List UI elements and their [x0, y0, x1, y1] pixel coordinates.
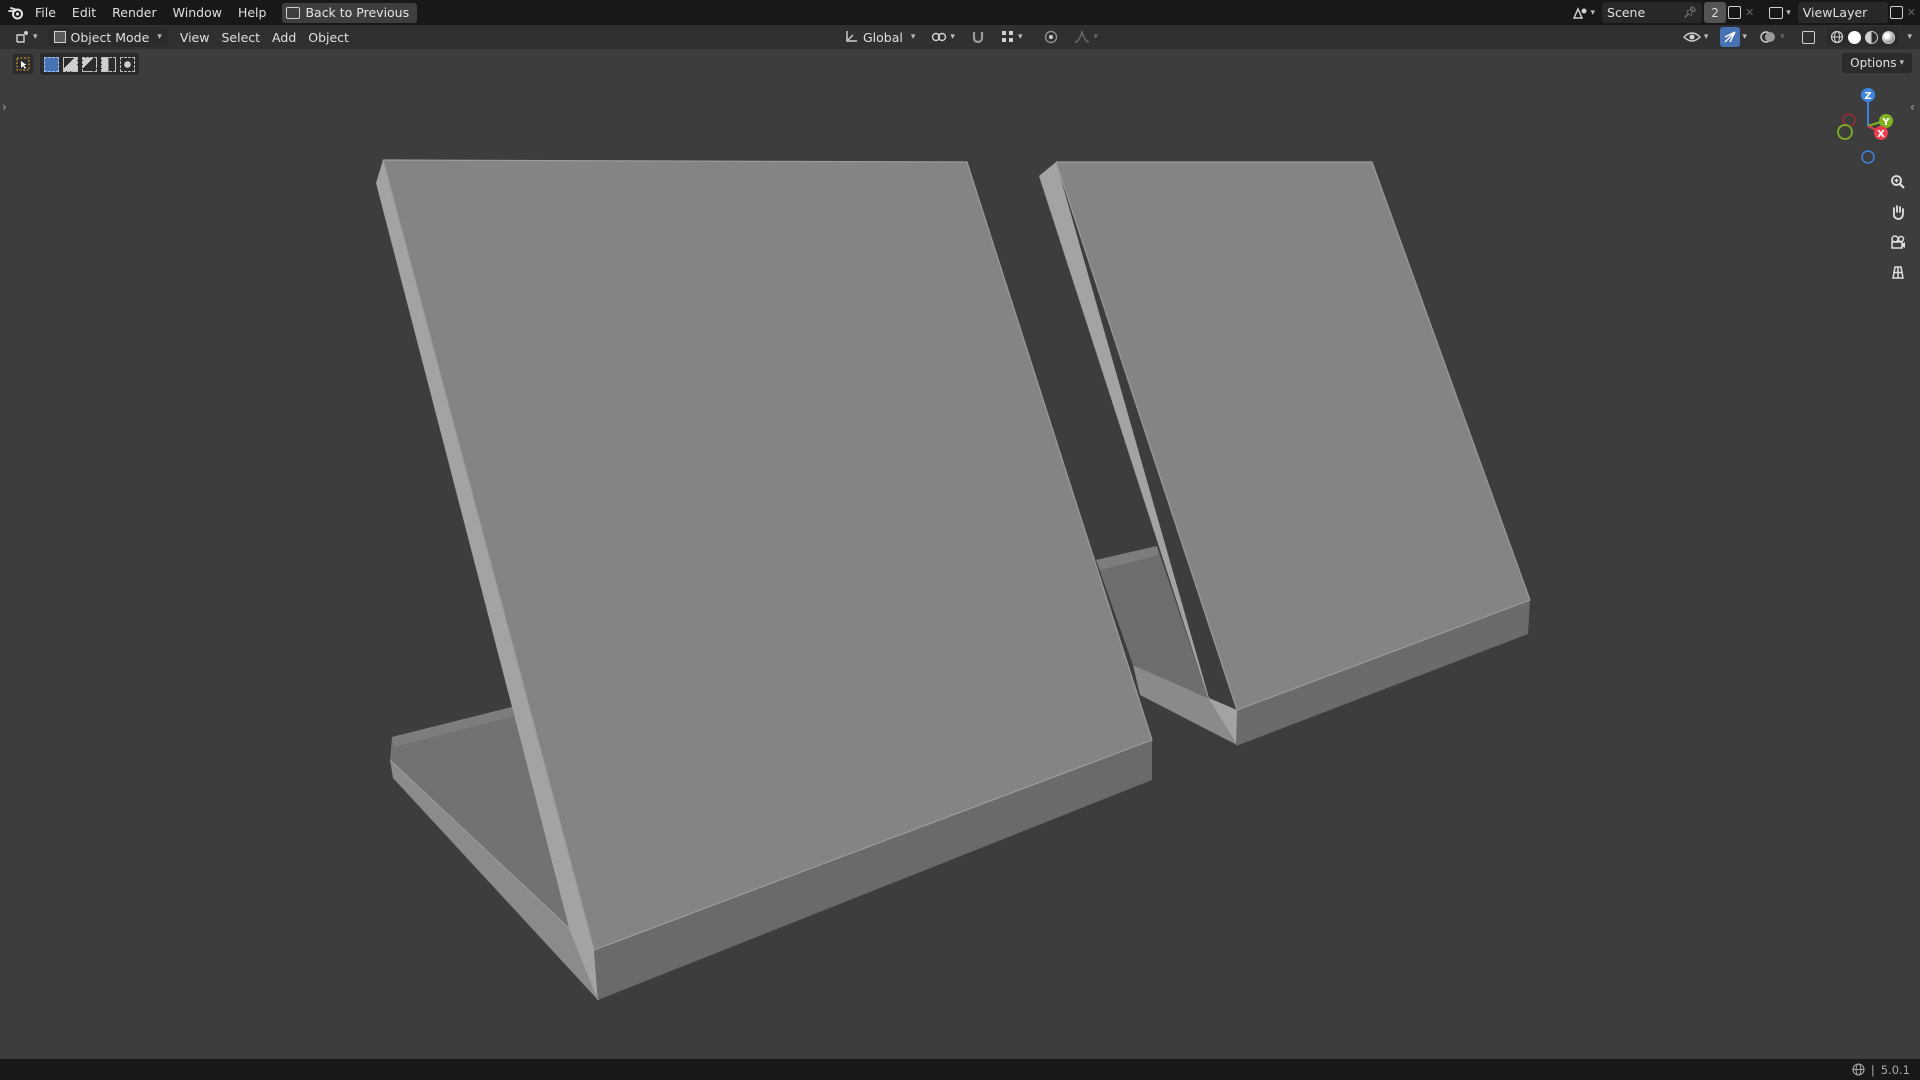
transform-orientation-label: Global [863, 29, 903, 45]
shading-mode-group [1827, 27, 1899, 47]
chevron-down-icon: ▾ [950, 32, 955, 42]
editor-type-dropdown[interactable]: ▾ [8, 27, 44, 47]
status-separator: | [1870, 1062, 1875, 1077]
view-layer-name-field[interactable]: ViewLayer [1797, 2, 1888, 23]
transform-tools: Global ▾ ▾ ▾ ▾ [838, 27, 1104, 47]
chevron-down-icon: ▾ [1017, 32, 1023, 42]
menu-object[interactable]: Object [302, 27, 355, 47]
view-layer-type-dropdown[interactable]: ▾ [1764, 2, 1796, 23]
rendered-shading-icon[interactable] [1882, 30, 1896, 44]
orthographic-grid-icon[interactable] [1884, 258, 1912, 286]
close-icon[interactable]: ✕ [1745, 6, 1754, 19]
new-view-layer-icon[interactable] [1889, 6, 1903, 19]
z-axis-label: Z [1864, 91, 1871, 102]
eye-visibility-icon [1682, 32, 1701, 42]
falloff-curve-icon [1075, 30, 1090, 43]
transform-orientation-dropdown[interactable]: Global ▾ [838, 27, 921, 47]
proportional-editing-toggle[interactable] [1038, 27, 1064, 47]
scene-type-dropdown[interactable]: ▾ [1567, 2, 1601, 23]
3d-viewport[interactable] [0, 49, 1920, 1059]
top-menu-bar: File Edit Render Window Help Back to Pre… [0, 0, 1920, 25]
chevron-down-icon: ▾ [157, 32, 162, 42]
chevron-down-icon: ▾ [1779, 32, 1785, 42]
back-to-previous-button[interactable]: Back to Previous [282, 2, 418, 23]
tablet-stand-left[interactable] [376, 159, 1153, 1001]
material-preview-icon[interactable] [1865, 30, 1879, 44]
network-globe-icon[interactable] [1852, 1063, 1865, 1076]
overlays-icon [1760, 31, 1775, 43]
menu-help[interactable]: Help [230, 2, 275, 24]
neg-y-axis-handle[interactable] [1837, 124, 1853, 140]
chevron-down-icon: ▾ [1786, 7, 1791, 18]
menu-add[interactable]: Add [266, 27, 302, 47]
menu-select[interactable]: Select [215, 27, 266, 47]
pivot-point-icon [932, 32, 947, 42]
chevron-down-icon[interactable]: ▾ [1907, 32, 1912, 42]
magnet-icon [972, 32, 984, 44]
proportional-editing-icon [1045, 30, 1058, 44]
pivot-point-dropdown[interactable]: ▾ [925, 27, 961, 47]
scene-selector-group: ▾ Scene 📌︎ 2 ✕ ▾ ViewLayer ✕ [1567, 2, 1920, 23]
blender-logo-icon[interactable] [5, 2, 27, 24]
3d-viewport-icon [16, 31, 28, 43]
xray-icon [1802, 30, 1816, 44]
version-label: 5.0.1 [1880, 1062, 1910, 1077]
menu-render[interactable]: Render [104, 2, 165, 24]
scene-icon [1572, 6, 1586, 19]
chevron-down-icon: ▾ [1703, 32, 1709, 42]
viewport-display-tools: ▾ ▾ ▾ ▾ [1677, 27, 1912, 47]
wireframe-shading-icon[interactable] [1830, 30, 1844, 44]
snap-increment-icon [1001, 31, 1013, 42]
object-mode-label: Object Mode [70, 29, 150, 45]
solid-shading-icon[interactable] [1848, 30, 1862, 44]
chevron-down-icon: ▾ [1590, 7, 1596, 18]
back-to-previous-label: Back to Previous [305, 5, 410, 20]
chevron-down-icon: ▾ [1093, 32, 1098, 42]
scene-name: Scene [1607, 5, 1646, 20]
view-layer-name: ViewLayer [1802, 5, 1868, 20]
new-scene-icon[interactable] [1728, 6, 1742, 19]
gizmo-toggle[interactable] [1720, 27, 1741, 47]
view-layer-icon [1769, 6, 1784, 19]
viewport-header: ▾ Object Mode ▾ View Select Add Object G… [0, 25, 1920, 49]
menu-file[interactable]: File [27, 2, 64, 24]
neg-z-axis-handle[interactable] [1861, 150, 1875, 164]
x-axis-label: X [1877, 129, 1885, 140]
object-mode-dropdown[interactable]: Object Mode ▾ [47, 27, 168, 47]
chevron-down-icon: ▾ [33, 32, 38, 42]
scene-user-count[interactable]: 2 [1704, 2, 1727, 23]
object-mode-icon [53, 31, 66, 43]
object-visibility-dropdown[interactable]: ▾ [1677, 27, 1715, 47]
zoom-icon[interactable] [1884, 168, 1912, 196]
scene-name-field[interactable]: Scene 📌︎ [1602, 2, 1703, 23]
snap-target-dropdown[interactable]: ▾ [995, 27, 1029, 47]
status-bar: | 5.0.1 [0, 1059, 1920, 1080]
xray-toggle[interactable] [1796, 27, 1821, 47]
snap-toggle[interactable] [965, 27, 991, 47]
close-icon[interactable]: ✕ [1907, 6, 1916, 19]
chevron-down-icon: ▾ [910, 32, 916, 42]
orientation-axes-icon [846, 31, 857, 42]
proportional-falloff-dropdown[interactable]: ▾ [1068, 27, 1104, 47]
menu-view[interactable]: View [174, 27, 216, 47]
menu-edit[interactable]: Edit [64, 2, 104, 24]
overlays-toggle[interactable]: ▾ [1753, 27, 1791, 47]
camera-view-icon[interactable] [1884, 228, 1912, 256]
chevron-down-icon[interactable]: ▾ [1742, 32, 1747, 42]
hand-pan-icon[interactable] [1884, 198, 1912, 226]
screen-back-icon [286, 6, 301, 19]
pin-icon[interactable]: 📌︎ [1683, 6, 1697, 19]
menu-window[interactable]: Window [165, 2, 230, 24]
gizmo-icon [1724, 31, 1737, 43]
navigation-gizmo[interactable]: Z Y X [1836, 86, 1916, 166]
